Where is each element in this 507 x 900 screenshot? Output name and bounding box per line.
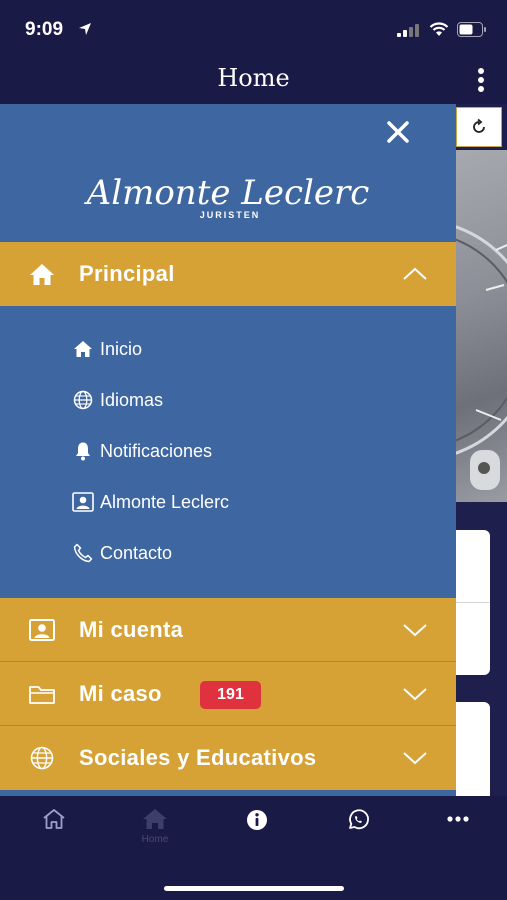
globe-icon <box>30 746 54 770</box>
status-icons <box>397 22 487 37</box>
chevron-up-icon <box>403 267 427 280</box>
section-principal[interactable]: Principal <box>0 242 456 306</box>
section-label: Principal <box>79 261 175 286</box>
underlying-card <box>456 702 490 796</box>
refresh-icon <box>473 118 485 133</box>
home-icon <box>30 264 54 285</box>
chevron-down-icon <box>403 688 427 701</box>
folder-icon <box>29 686 55 704</box>
phone-icon <box>72 542 94 564</box>
svg-text:Almonte Leclerc: Almonte Leclerc <box>84 173 370 213</box>
menu-item-almonte-leclerc[interactable]: Almonte Leclerc <box>72 484 229 520</box>
nav-item-info[interactable] <box>227 808 287 858</box>
home-icon <box>72 338 94 360</box>
menu-item-label: Contacto <box>100 542 173 563</box>
chevron-down-icon <box>403 624 427 637</box>
section-sociales-educativos[interactable]: Sociales y Educativos <box>0 726 456 790</box>
wifi-icon <box>429 22 449 36</box>
menu-item-notificaciones[interactable]: Notificaciones <box>72 433 212 469</box>
underlying-card <box>456 530 490 675</box>
globe-icon <box>72 389 94 411</box>
refresh-button[interactable] <box>456 107 502 147</box>
status-time: 9:09 <box>25 19 64 40</box>
menu-item-inicio[interactable]: Inicio <box>72 331 142 367</box>
logo: Almonte Leclerc JURISTEN <box>84 173 370 220</box>
menu-item-label: Idiomas <box>100 389 164 410</box>
app-header: Home <box>0 56 507 104</box>
menu-item-label: Notificaciones <box>100 440 213 461</box>
nav-item-home[interactable]: Home <box>125 808 185 858</box>
nav-item-more[interactable] <box>428 808 488 858</box>
menu-item-label: Almonte Leclerc <box>100 491 230 512</box>
section-label: Mi cuenta <box>79 617 184 642</box>
more-options-icon[interactable] <box>477 68 485 94</box>
info-icon <box>247 810 267 830</box>
bell-icon <box>72 440 94 462</box>
section-mi-caso[interactable]: Mi caso 191 <box>0 662 456 726</box>
nav-item-whatsapp[interactable] <box>328 808 388 858</box>
home-outline-icon <box>43 809 65 829</box>
contact-card-icon <box>72 491 94 513</box>
menu-item-label: Inicio <box>100 338 143 359</box>
svg-text:JURISTEN: JURISTEN <box>200 210 261 220</box>
nav-item-home-outline[interactable] <box>24 808 84 858</box>
close-icon[interactable] <box>384 118 412 146</box>
home-indicator <box>164 886 344 891</box>
notification-badge: 191 <box>200 681 261 709</box>
home-filled-icon <box>143 809 167 829</box>
section-label: Mi caso <box>79 681 162 706</box>
compass-image <box>456 225 507 490</box>
more-icon <box>447 816 469 822</box>
whatsapp-icon <box>349 809 369 830</box>
menu-item-idiomas[interactable]: Idiomas <box>72 382 163 418</box>
section-mi-cuenta[interactable]: Mi cuenta <box>0 598 456 662</box>
section-label: Sociales y Educativos <box>79 745 317 770</box>
page-title: Home <box>217 64 290 92</box>
location-arrow-icon <box>79 23 91 35</box>
status-bar: 9:09 <box>0 0 507 56</box>
navigation-drawer: Almonte Leclerc JURISTEN Principal Inici… <box>0 104 456 796</box>
signal-icon <box>397 23 419 37</box>
background-photo <box>456 150 507 502</box>
menu-item-contacto[interactable]: Contacto <box>72 535 172 571</box>
battery-icon <box>457 22 486 37</box>
chevron-down-icon <box>403 752 427 765</box>
account-icon <box>29 619 55 641</box>
bottom-nav: Home <box>0 796 507 900</box>
